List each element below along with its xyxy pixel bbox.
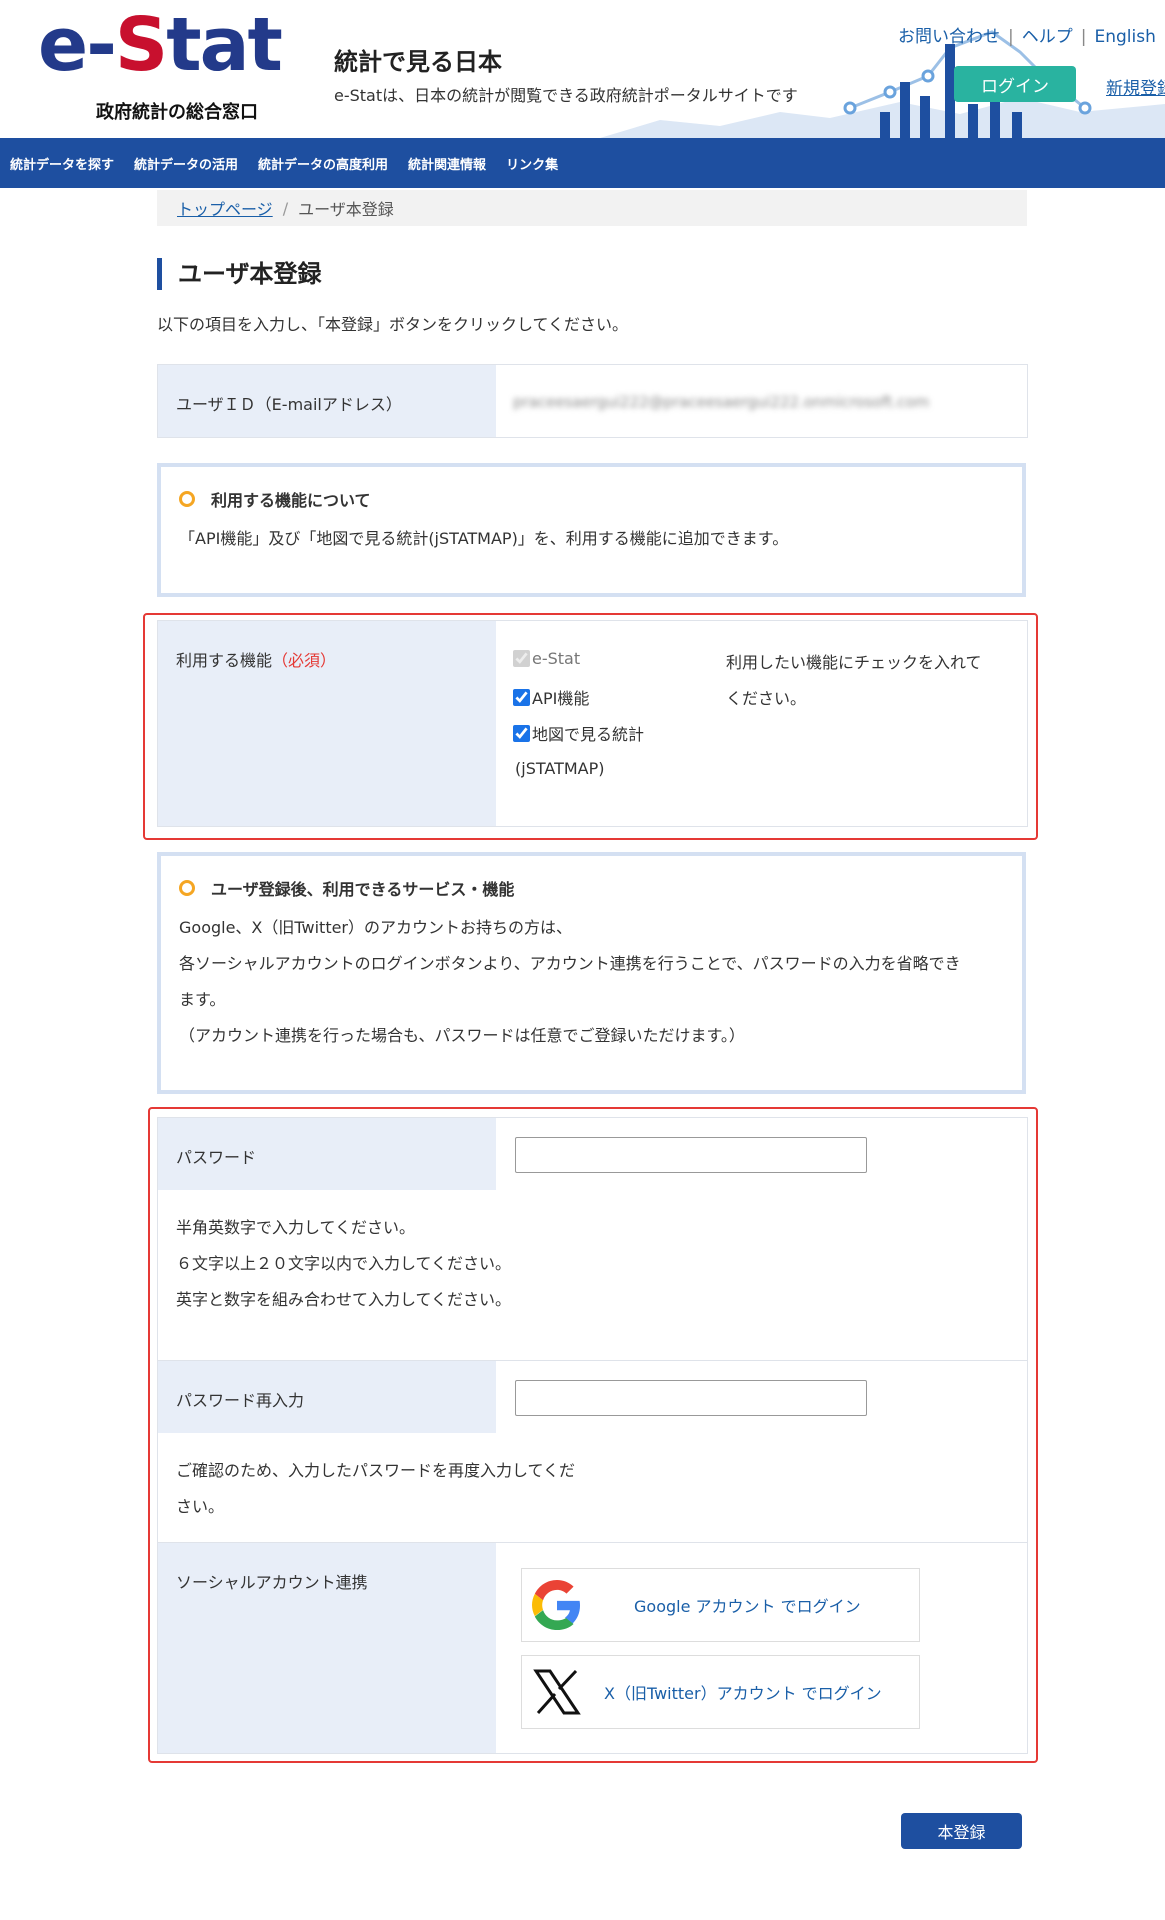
nav-item-links[interactable]: リンク集 [496,154,568,173]
feature-jstatmap-checkbox[interactable]: 地図で見る統計 [513,721,644,745]
feature-jstatmap-label: 地図で見る統計 [532,725,645,744]
feature-api-checkbox[interactable]: API機能 [513,685,589,709]
features-label-text: 利用する機能 [176,651,273,670]
site-description: e-Statは、日本の統計が閲覧できる政府統計ポータルサイトです [334,86,798,105]
bullet-icon [179,880,195,896]
features-row: 利用する機能（必須） e-Stat API機能 地図で見る統計 (jSTATMA… [157,620,1028,827]
header-links: お問い合わせ | ヘルプ | English [898,27,1156,47]
services-info-line: ます。 [179,990,226,1009]
breadcrumb-home-link[interactable]: トップページ [177,196,273,220]
google-icon [532,1580,581,1630]
feature-estat-label: e-Stat [532,649,581,668]
password-label: パスワード [176,1148,257,1167]
logo-s: S [114,2,168,88]
services-info-line: 各ソーシャルアカウントのログインボタンより、アカウント連携を行うことで、パスワー… [179,954,961,973]
feature-estat-checkbox: e-Stat [513,649,580,668]
password-confirm-help-line: ご確認のため、入力したパスワードを再度入力してくだ [176,1461,576,1480]
site-title: 統計で見る日本 [334,48,502,76]
services-info-title-text: ユーザ登録後、利用できるサービス・機能 [211,880,515,899]
page-intro: 以下の項目を入力し、「本登録」ボタンをクリックしてください。 [157,315,629,334]
estat-logo[interactable]: e-Stat [38,8,283,82]
header-decoration [600,30,1165,138]
services-info-box: ユーザ登録後、利用できるサービス・機能 Google、X（旧Twitter）のア… [157,852,1026,1094]
nav-item-search-data[interactable]: 統計データを探す [0,154,124,173]
features-label-cell: 利用する機能（必須） [158,621,496,826]
password-row: パスワード 半角英数字で入力してください。 ６文字以上２０文字以内で入力してくだ… [157,1117,1028,1361]
breadcrumb-separator: / [282,198,289,218]
social-row: ソーシャルアカウント連携 Google アカウント でログイン X（旧Twitt… [157,1542,1028,1754]
password-input[interactable] [515,1137,867,1173]
bullet-icon [179,491,195,507]
userid-label-cell: ユーザＩＤ（E-mailアドレス） [158,365,496,437]
submit-button[interactable]: 本登録 [901,1813,1022,1849]
global-nav: 統計データを探す 統計データの活用 統計データの高度利用 統計関連情報 リンク集 [0,138,1165,188]
nav-item-advanced-use[interactable]: 統計データの高度利用 [248,154,398,173]
x-icon [533,1669,581,1715]
google-login-button[interactable]: Google アカウント でログイン [521,1568,920,1642]
feature-jstatmap-input[interactable] [513,724,530,742]
feature-info-text: 「API機能」及び「地図で見る統計(jSTATMAP)」を、利用する機能に追加で… [179,529,789,548]
feature-info-box: 利用する機能について 「API機能」及び「地図で見る統計(jSTATMAP)」を… [157,463,1026,597]
feature-info-title-text: 利用する機能について [211,491,371,510]
breadcrumb: トップページ / ユーザ本登録 [157,190,1027,226]
password-confirm-help: ご確認のため、入力したパスワードを再度入力してくだ さい。 [176,1453,575,1525]
social-label-cell: ソーシャルアカウント連携 [158,1543,496,1753]
password-confirm-label-cell: パスワード再入力 [158,1361,496,1433]
password-help-line: 英字と数字を組み合わせて入力してください。 [176,1290,512,1309]
features-hint-line1: 利用したい機能にチェックを入れて [726,653,982,672]
features-hint-line2: ください。 [726,689,807,708]
password-help-line: 半角英数字で入力してください。 [176,1218,416,1237]
password-confirm-label: パスワード再入力 [176,1391,305,1410]
nav-item-stats-info[interactable]: 統計関連情報 [398,154,496,173]
english-link[interactable]: English [1094,27,1155,47]
social-label: ソーシャルアカウント連携 [176,1573,368,1592]
feature-info-title: 利用する機能について [179,487,371,511]
login-button[interactable]: ログイン [954,66,1076,102]
services-info-line: Google、X（旧Twitter）のアカウントお持ちの方は、 [179,918,573,937]
password-confirm-input[interactable] [515,1380,867,1416]
features-label: 利用する機能（必須） [176,647,336,671]
services-info-text: Google、X（旧Twitter）のアカウントお持ちの方は、 各ソーシャルアカ… [179,910,961,1054]
password-help-line: ６文字以上２０文字以内で入力してください。 [176,1254,512,1273]
breadcrumb-current: ユーザ本登録 [298,200,394,219]
userid-label: ユーザＩＤ（E-mailアドレス） [176,395,402,414]
x-login-label: X（旧Twitter）アカウント でログイン [604,1684,882,1703]
userid-value: praceesaergui222@praceesaergui222.onmicr… [513,393,930,411]
userid-row: ユーザＩＤ（E-mailアドレス） praceesaergui222@prace… [157,364,1028,438]
contact-link[interactable]: お問い合わせ [898,27,1000,47]
feature-api-label: API機能 [532,689,590,708]
register-link[interactable]: 新規登録 [1106,74,1165,99]
password-confirm-row: パスワード再入力 ご確認のため、入力したパスワードを再度入力してくだ さい。 [157,1360,1028,1543]
page-title: ユーザ本登録 [157,258,322,290]
password-confirm-help-line: さい。 [176,1497,225,1516]
services-info-line: （アカウント連携を行った場合も、パスワードは任意でご登録いただけます。） [179,1026,745,1045]
nav-item-use-data[interactable]: 統計データの活用 [124,154,248,173]
logo-e: e- [38,2,117,88]
logo-tat: tat [166,2,283,88]
x-login-button[interactable]: X（旧Twitter）アカウント でログイン [521,1655,920,1729]
feature-jstatmap-label-line2: (jSTATMAP) [515,759,605,778]
services-info-title: ユーザ登録後、利用できるサービス・機能 [179,876,514,900]
site-header: e-Stat 政府統計の総合窓口 統計で見る日本 e-Statは、日本の統計が閲… [0,0,1165,138]
password-help: 半角英数字で入力してください。 ６文字以上２０文字以内で入力してください。 英字… [176,1210,511,1318]
feature-estat-input [513,650,530,667]
password-label-cell: パスワード [158,1118,496,1190]
required-mark: （必須） [272,651,337,670]
logo-subtitle: 政府統計の総合窓口 [96,102,258,123]
feature-api-input[interactable] [513,688,530,706]
help-link[interactable]: ヘルプ [1022,27,1073,47]
google-login-label: Google アカウント でログイン [634,1597,861,1616]
